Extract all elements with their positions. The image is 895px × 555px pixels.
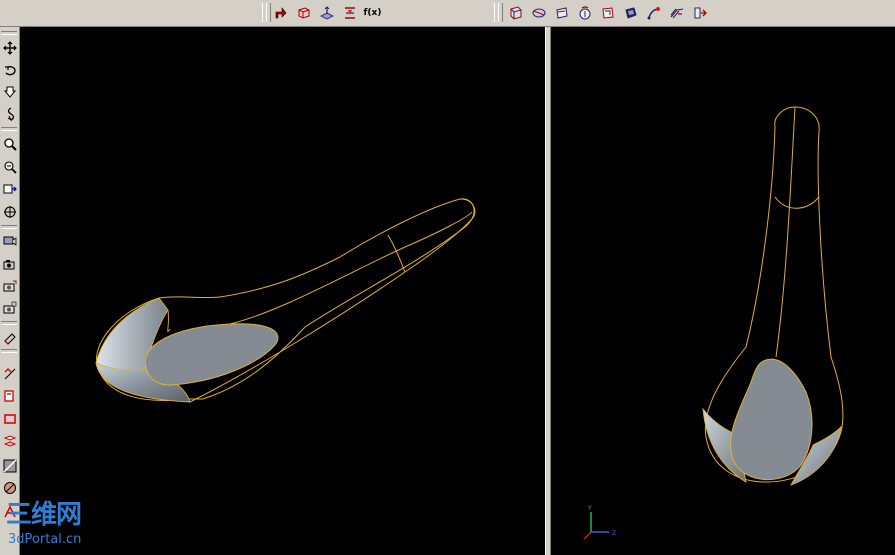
circle-icon[interactable] bbox=[1, 479, 18, 496]
fit-all-icon[interactable] bbox=[1, 180, 18, 197]
surface-blend-icon[interactable] bbox=[643, 2, 664, 23]
rotate-icon[interactable] bbox=[1, 62, 18, 79]
spoon-front-model: Y Z bbox=[583, 106, 844, 540]
spin-icon[interactable] bbox=[1, 105, 18, 122]
pan-icon[interactable] bbox=[1, 39, 18, 56]
magnifier-icon[interactable] bbox=[1, 135, 18, 152]
surface-split-icon[interactable] bbox=[689, 2, 710, 23]
right-viewport[interactable]: Y Z bbox=[551, 27, 895, 555]
surface-loft-icon[interactable] bbox=[574, 2, 595, 23]
watermark-cn: 三维网 bbox=[6, 500, 82, 530]
toolbar-group-surface bbox=[505, 2, 710, 24]
watermark: 三维网 3dPortal.cn bbox=[0, 500, 110, 555]
mirror-icon[interactable] bbox=[1, 432, 18, 449]
sketch-icon[interactable] bbox=[1, 365, 18, 382]
plane-icon[interactable] bbox=[316, 2, 337, 23]
rectangle-icon[interactable] bbox=[1, 410, 18, 427]
axis-y-label: Y bbox=[587, 505, 592, 512]
zoom-window-icon[interactable] bbox=[1, 158, 18, 175]
surface-box-icon[interactable] bbox=[505, 2, 526, 23]
top-toolbar: f(x) bbox=[0, 0, 895, 27]
surface-sweep-icon[interactable] bbox=[551, 2, 572, 23]
surface-offset-icon[interactable] bbox=[620, 2, 641, 23]
axis-z-label: Z bbox=[612, 530, 616, 537]
camera-icon[interactable] bbox=[1, 255, 18, 272]
left-viewport[interactable] bbox=[20, 27, 545, 555]
datum-plane-icon[interactable] bbox=[339, 2, 360, 23]
surface-fill-icon[interactable] bbox=[597, 2, 618, 23]
normal-view-icon[interactable] bbox=[1, 203, 18, 220]
toolbar-separator bbox=[1, 321, 17, 325]
zoom-in-out-icon[interactable] bbox=[1, 83, 18, 100]
toolbar-grip-4[interactable] bbox=[498, 3, 503, 22]
toolbar-group-sketch: f(x) bbox=[270, 2, 383, 24]
extrude-box-icon[interactable] bbox=[293, 2, 314, 23]
layer-icon[interactable] bbox=[1, 329, 18, 346]
watermark-en: 3dPortal.cn bbox=[8, 532, 82, 547]
toolbar-separator bbox=[1, 31, 17, 35]
view-options-icon[interactable] bbox=[1, 233, 18, 250]
left-toolbar bbox=[0, 27, 20, 555]
surface-extend-icon[interactable] bbox=[666, 2, 687, 23]
formula-icon[interactable]: f(x) bbox=[362, 2, 383, 23]
camera-3-icon[interactable] bbox=[1, 299, 18, 316]
axis-triad bbox=[583, 512, 609, 540]
formula-label: f(x) bbox=[363, 7, 382, 18]
constraint-icon[interactable] bbox=[1, 387, 18, 404]
sketch-arrow-icon[interactable] bbox=[270, 2, 291, 23]
camera-2-icon[interactable] bbox=[1, 277, 18, 294]
surface-revolve-icon[interactable] bbox=[528, 2, 549, 23]
toolbar-separator bbox=[1, 127, 17, 131]
spoon-perspective-model bbox=[95, 198, 476, 403]
toolbar-separator bbox=[1, 349, 17, 353]
toolbar-separator bbox=[1, 225, 17, 229]
shading-icon[interactable] bbox=[1, 457, 18, 474]
